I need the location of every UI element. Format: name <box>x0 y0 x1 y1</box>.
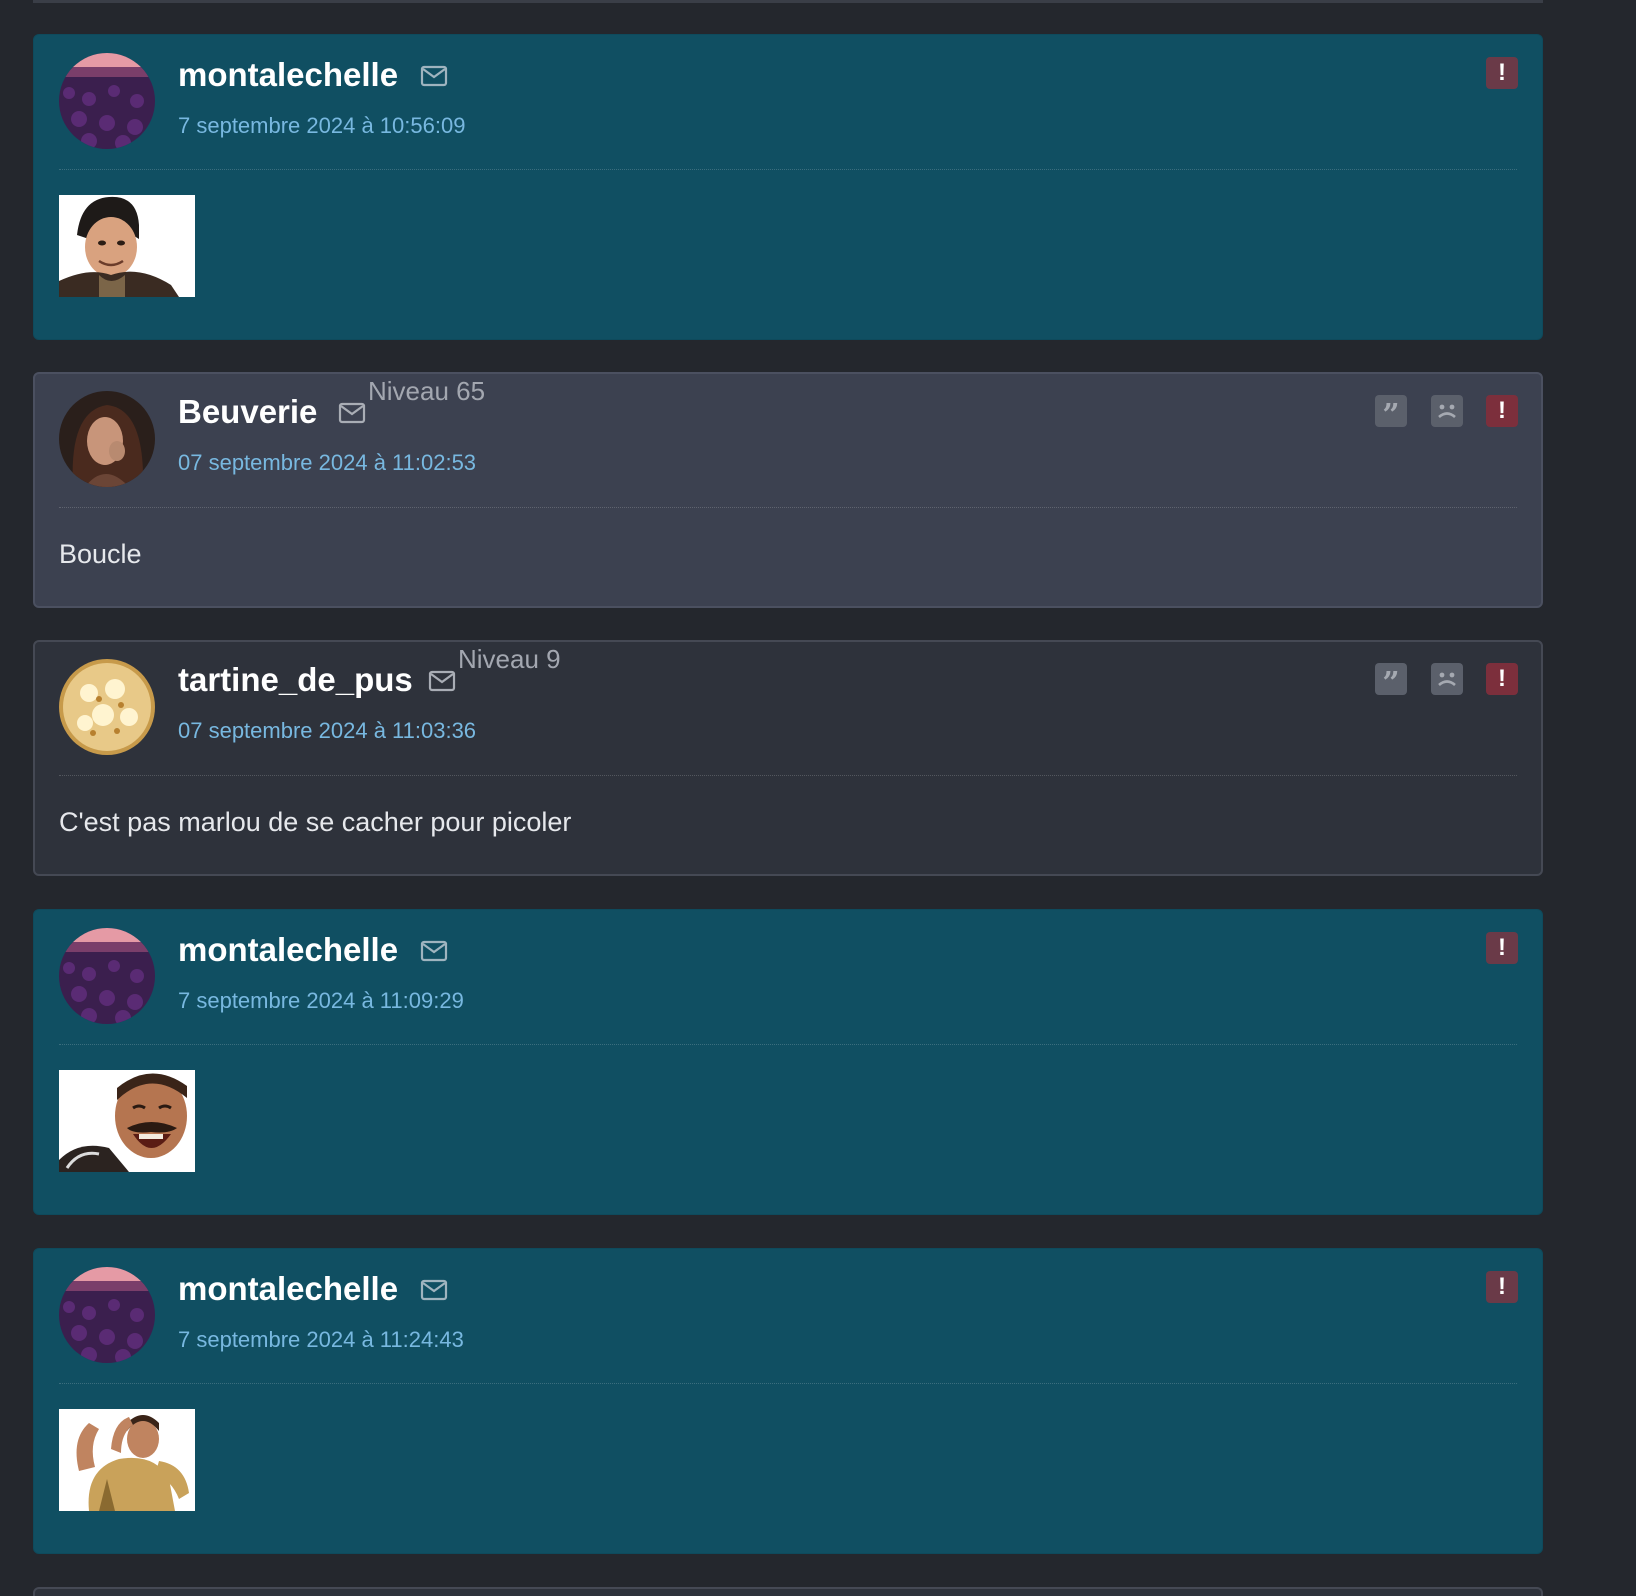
report-icon: ! <box>1498 397 1506 424</box>
forum-topic-page: montalechelle 7 septembre 2024 à 10:56:0… <box>0 0 1636 1596</box>
report-icon: ! <box>1498 1273 1506 1300</box>
report-button[interactable]: ! <box>1486 57 1518 89</box>
user-level: Niveau 65 <box>368 376 486 406</box>
ignore-button[interactable] <box>1431 663 1463 695</box>
quote-icon: ” <box>1382 666 1400 701</box>
sad-face-icon <box>1438 404 1456 419</box>
previous-post-edge <box>33 0 1543 3</box>
post-card: montalechelle 7 septembre 2024 à 11:24:4… <box>33 1248 1543 1554</box>
sticker-image[interactable] <box>59 1070 195 1172</box>
post-separator <box>59 775 1517 776</box>
post-separator <box>59 507 1517 508</box>
next-post-edge <box>33 1587 1543 1596</box>
post-separator <box>59 1044 1517 1045</box>
quote-button[interactable]: ” <box>1375 663 1407 699</box>
post-date[interactable]: 7 septembre 2024 à 10:56:09 <box>178 113 465 139</box>
post-date[interactable]: 07 septembre 2024 à 11:03:36 <box>178 718 476 744</box>
post-date[interactable]: 7 septembre 2024 à 11:09:29 <box>178 988 464 1014</box>
mail-icon[interactable] <box>420 65 448 87</box>
mail-icon[interactable] <box>420 1279 448 1301</box>
sticker-image[interactable] <box>59 195 195 297</box>
avatar[interactable] <box>59 928 155 1024</box>
mail-icon[interactable] <box>428 670 456 692</box>
author-name[interactable]: montalechelle <box>178 55 398 95</box>
user-level: Niveau 9 <box>458 644 561 674</box>
post-text: Boucle <box>59 539 142 569</box>
mail-icon[interactable] <box>338 402 366 424</box>
report-button[interactable]: ! <box>1486 395 1518 427</box>
mail-icon[interactable] <box>420 940 448 962</box>
post-date[interactable]: 7 septembre 2024 à 11:24:43 <box>178 1327 464 1353</box>
ignore-button[interactable] <box>1431 395 1463 427</box>
sad-face-icon <box>1438 672 1456 687</box>
report-icon: ! <box>1498 934 1506 961</box>
author-name[interactable]: montalechelle <box>178 930 398 970</box>
report-icon: ! <box>1498 59 1506 86</box>
report-button[interactable]: ! <box>1486 663 1518 695</box>
author-name[interactable]: tartine_de_pus <box>178 660 413 700</box>
post-card: Beuverie Niveau 65 07 septembre 2024 à 1… <box>33 372 1543 608</box>
author-name[interactable]: Beuverie <box>178 392 317 432</box>
quote-icon: ” <box>1382 398 1400 433</box>
avatar[interactable] <box>59 659 155 755</box>
avatar[interactable] <box>59 391 155 487</box>
post-separator <box>59 1383 1517 1384</box>
post-date[interactable]: 07 septembre 2024 à 11:02:53 <box>178 450 476 476</box>
post-separator <box>59 169 1517 170</box>
report-icon: ! <box>1498 665 1506 692</box>
report-button[interactable]: ! <box>1486 932 1518 964</box>
quote-button[interactable]: ” <box>1375 395 1407 431</box>
post-text: C'est pas marlou de se cacher pour picol… <box>59 807 572 837</box>
post-card: montalechelle 7 septembre 2024 à 11:09:2… <box>33 909 1543 1215</box>
sticker-image[interactable] <box>59 1409 195 1511</box>
report-button[interactable]: ! <box>1486 1271 1518 1303</box>
post-card: tartine_de_pus Niveau 9 07 septembre 202… <box>33 640 1543 876</box>
post-card: montalechelle 7 septembre 2024 à 10:56:0… <box>33 34 1543 340</box>
avatar[interactable] <box>59 1267 155 1363</box>
author-name[interactable]: montalechelle <box>178 1269 398 1309</box>
avatar[interactable] <box>59 53 155 149</box>
